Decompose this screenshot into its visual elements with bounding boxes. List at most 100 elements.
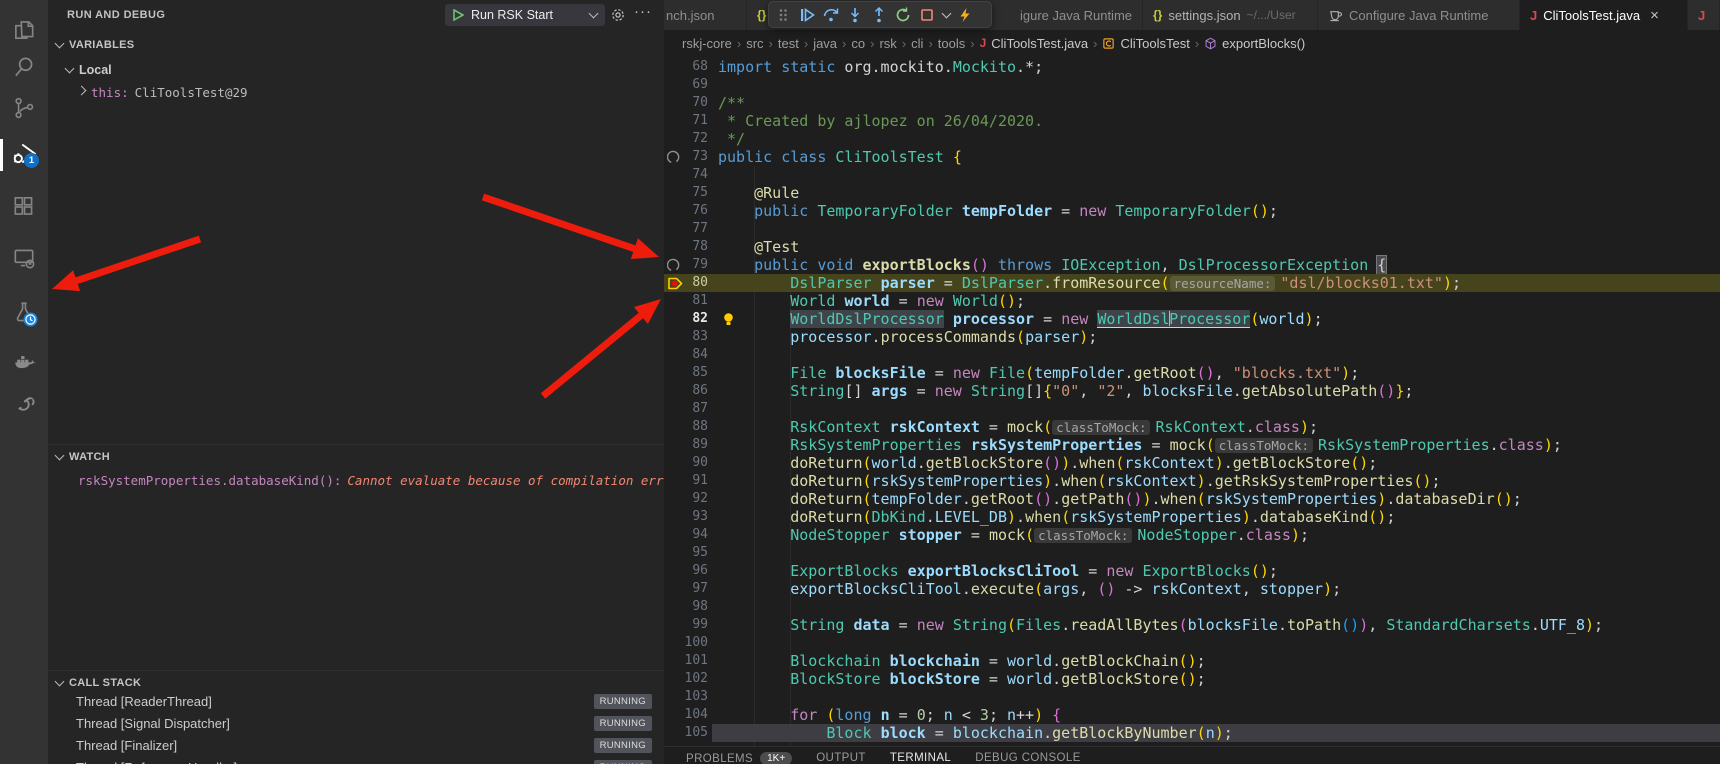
step-over-button[interactable] bbox=[819, 2, 843, 27]
code-line-85[interactable]: 85 File blocksFile = new File(tempFolder… bbox=[664, 364, 1720, 382]
tab-nch.json[interactable]: nch.json bbox=[664, 0, 747, 30]
continue-button[interactable] bbox=[795, 2, 819, 27]
code-line-103[interactable]: 103 bbox=[664, 688, 1720, 706]
close-icon[interactable]: × bbox=[1650, 7, 1659, 24]
code-line-89[interactable]: 89 RskSystemProperties rskSystemProperti… bbox=[664, 436, 1720, 454]
code-line-101[interactable]: 101 Blockchain blockchain = world.getBlo… bbox=[664, 652, 1720, 670]
thread-row[interactable]: Thread [ReaderThread]RUNNING bbox=[48, 692, 664, 712]
code-line-97[interactable]: 97 exportBlocksCliTool.execute(args, () … bbox=[664, 580, 1720, 598]
variables-scope-local[interactable]: Local bbox=[48, 60, 664, 80]
stop-button[interactable] bbox=[915, 2, 939, 27]
run-and-debug-icon[interactable]: 1 bbox=[0, 133, 48, 173]
tab-partial-6[interactable]: J bbox=[1688, 0, 1720, 30]
code-text: Block block = blockchain.getBlockByNumbe… bbox=[718, 724, 1233, 742]
code-line-87[interactable]: 87 bbox=[664, 400, 1720, 418]
code-line-82[interactable]: 82 WorldDslProcessor processor = new Wor… bbox=[664, 310, 1720, 328]
watch-expression-row[interactable]: rskSystemProperties.databaseKind(): Cann… bbox=[48, 470, 664, 490]
thread-name: Thread [Signal Dispatcher] bbox=[76, 716, 230, 731]
breadcrumb-item[interactable]: test bbox=[778, 36, 799, 51]
panel-tab-output[interactable]: OUTPUT bbox=[816, 752, 866, 764]
extensions-icon[interactable] bbox=[0, 187, 48, 227]
breadcrumb-item[interactable]: tools bbox=[938, 36, 965, 51]
hot-code-replace-button[interactable] bbox=[953, 2, 977, 27]
code-editor[interactable]: 68import static org.mockito.Mockito.*;69… bbox=[664, 56, 1720, 748]
code-line-78[interactable]: 78 @Test bbox=[664, 238, 1720, 256]
line-number: 71 bbox=[664, 112, 708, 130]
code-line-84[interactable]: 84 bbox=[664, 346, 1720, 364]
testing-icon[interactable] bbox=[0, 293, 48, 333]
gear-icon[interactable] bbox=[610, 7, 626, 23]
code-line-96[interactable]: 96 ExportBlocks exportBlocksCliTool = ne… bbox=[664, 562, 1720, 580]
run-config-dropdown[interactable]: Run RSK Start bbox=[445, 4, 605, 26]
breadcrumb-item[interactable]: src bbox=[746, 36, 763, 51]
code-line-77[interactable]: 77 bbox=[664, 220, 1720, 238]
code-line-83[interactable]: 83 processor.processCommands(parser); bbox=[664, 328, 1720, 346]
code-line-79[interactable]: 79 public void exportBlocks() throws IOE… bbox=[664, 256, 1720, 274]
panel-tab-label: TERMINAL bbox=[890, 752, 951, 764]
code-line-99[interactable]: 99 String data = new String(Files.readAl… bbox=[664, 616, 1720, 634]
call-stack-section-header[interactable]: CALL STACK bbox=[48, 674, 664, 692]
code-line-90[interactable]: 90 doReturn(world.getBlockStore()).when(… bbox=[664, 454, 1720, 472]
code-line-69[interactable]: 69 bbox=[664, 76, 1720, 94]
breadcrumb-item[interactable]: co bbox=[851, 36, 865, 51]
breadcrumb-class[interactable]: CliToolsTest bbox=[1120, 36, 1189, 51]
code-line-86[interactable]: 86 String[] args = new String[]{"0", "2"… bbox=[664, 382, 1720, 400]
code-line-68[interactable]: 68import static org.mockito.Mockito.*; bbox=[664, 58, 1720, 76]
code-line-93[interactable]: 93 doReturn(DbKind.LEVEL_DB).when(rskSys… bbox=[664, 508, 1720, 526]
toolbar-drag-handle[interactable] bbox=[771, 2, 795, 27]
gradle-icon[interactable] bbox=[0, 385, 48, 425]
code-line-74[interactable]: 74 bbox=[664, 166, 1720, 184]
docker-icon[interactable] bbox=[0, 342, 48, 382]
panel-tab-terminal[interactable]: TERMINAL bbox=[890, 752, 951, 764]
more-actions-icon[interactable]: ··· bbox=[634, 3, 652, 20]
line-number: 91 bbox=[664, 472, 708, 490]
breadcrumb-item[interactable]: java bbox=[813, 36, 837, 51]
code-line-92[interactable]: 92 doReturn(tempFolder.getRoot().getPath… bbox=[664, 490, 1720, 508]
code-line-104[interactable]: 104 for (long n = 0; n < 3; n++) { bbox=[664, 706, 1720, 724]
code-line-98[interactable]: 98 bbox=[664, 598, 1720, 616]
code-line-105[interactable]: 105 Block block = blockchain.getBlockByN… bbox=[664, 724, 1720, 742]
code-line-102[interactable]: 102 BlockStore blockStore = world.getBlo… bbox=[664, 670, 1720, 688]
code-line-95[interactable]: 95 bbox=[664, 544, 1720, 562]
step-into-button[interactable] bbox=[843, 2, 867, 27]
breadcrumb-item[interactable]: cli bbox=[911, 36, 923, 51]
explorer-icon[interactable] bbox=[0, 10, 48, 50]
code-line-70[interactable]: 70/** bbox=[664, 94, 1720, 112]
breadcrumb-item[interactable]: rskj-core bbox=[682, 36, 732, 51]
variables-section-header[interactable]: VARIABLES bbox=[48, 36, 664, 54]
thread-row[interactable]: Thread [Finalizer]RUNNING bbox=[48, 736, 664, 756]
code-line-81[interactable]: 81 World world = new World(); bbox=[664, 292, 1720, 310]
panel-tab-debug-console[interactable]: DEBUG CONSOLE bbox=[975, 752, 1081, 764]
breadcrumb-item[interactable]: rsk bbox=[879, 36, 896, 51]
watch-section-header[interactable]: WATCH bbox=[48, 448, 664, 466]
tab-Configure Java Runtime[interactable]: Configure Java Runtime bbox=[1318, 0, 1520, 30]
thread-row[interactable]: Thread [Signal Dispatcher]RUNNING bbox=[48, 714, 664, 734]
panel-tab-problems[interactable]: PROBLEMS1K+ bbox=[686, 752, 792, 764]
tab-settings.json[interactable]: {}settings.json~/.../User bbox=[1143, 0, 1318, 30]
thread-row[interactable]: Thread [Reference Handler]RUNNING bbox=[48, 758, 664, 764]
code-line-88[interactable]: 88 RskContext rskContext = mock(classToM… bbox=[664, 418, 1720, 436]
code-line-75[interactable]: 75 @Rule bbox=[664, 184, 1720, 202]
line-number: 95 bbox=[664, 544, 708, 562]
stop-dropdown-chevron[interactable] bbox=[939, 2, 953, 27]
debug-sidebar: RUN AND DEBUG Run RSK Start ··· VARIABLE… bbox=[48, 0, 664, 764]
code-line-91[interactable]: 91 doReturn(rskSystemProperties).when(rs… bbox=[664, 472, 1720, 490]
code-line-100[interactable]: 100 bbox=[664, 634, 1720, 652]
code-line-76[interactable]: 76 public TemporaryFolder tempFolder = n… bbox=[664, 202, 1720, 220]
search-icon[interactable] bbox=[0, 47, 48, 87]
restart-button[interactable] bbox=[891, 2, 915, 27]
source-control-icon[interactable] bbox=[0, 88, 48, 128]
line-number: 81 bbox=[664, 292, 708, 310]
code-line-73[interactable]: 73public class CliToolsTest { bbox=[664, 148, 1720, 166]
code-line-72[interactable]: 72 */ bbox=[664, 130, 1720, 148]
variable-this[interactable]: this: CliToolsTest@29 bbox=[48, 82, 664, 102]
step-out-button[interactable] bbox=[867, 2, 891, 27]
breadcrumb-method[interactable]: exportBlocks() bbox=[1222, 36, 1305, 51]
code-line-94[interactable]: 94 NodeStopper stopper = mock(classToMoc… bbox=[664, 526, 1720, 544]
tab-CliToolsTest.java[interactable]: JCliToolsTest.java× bbox=[1520, 0, 1688, 30]
code-line-80[interactable]: 80 DslParser parser = DslParser.fromReso… bbox=[664, 274, 1720, 292]
line-number: 90 bbox=[664, 454, 708, 472]
remote-explorer-icon[interactable] bbox=[0, 238, 48, 278]
code-line-71[interactable]: 71 * Created by ajlopez on 26/04/2020. bbox=[664, 112, 1720, 130]
breadcrumb-file[interactable]: CliToolsTest.java bbox=[991, 36, 1088, 51]
